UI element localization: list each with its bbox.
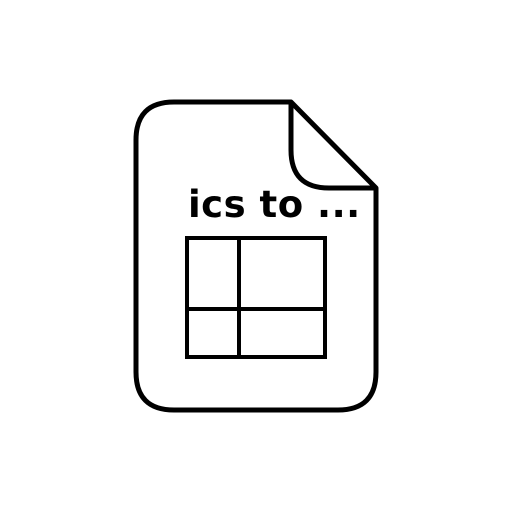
icon-canvas: ics to ... (0, 0, 512, 512)
grid-outer-frame (185, 236, 327, 359)
document-outline (133, 99, 379, 413)
document-file-icon (133, 99, 379, 413)
grid-icon (185, 236, 327, 359)
file-type-label: ics to ... (188, 183, 361, 226)
